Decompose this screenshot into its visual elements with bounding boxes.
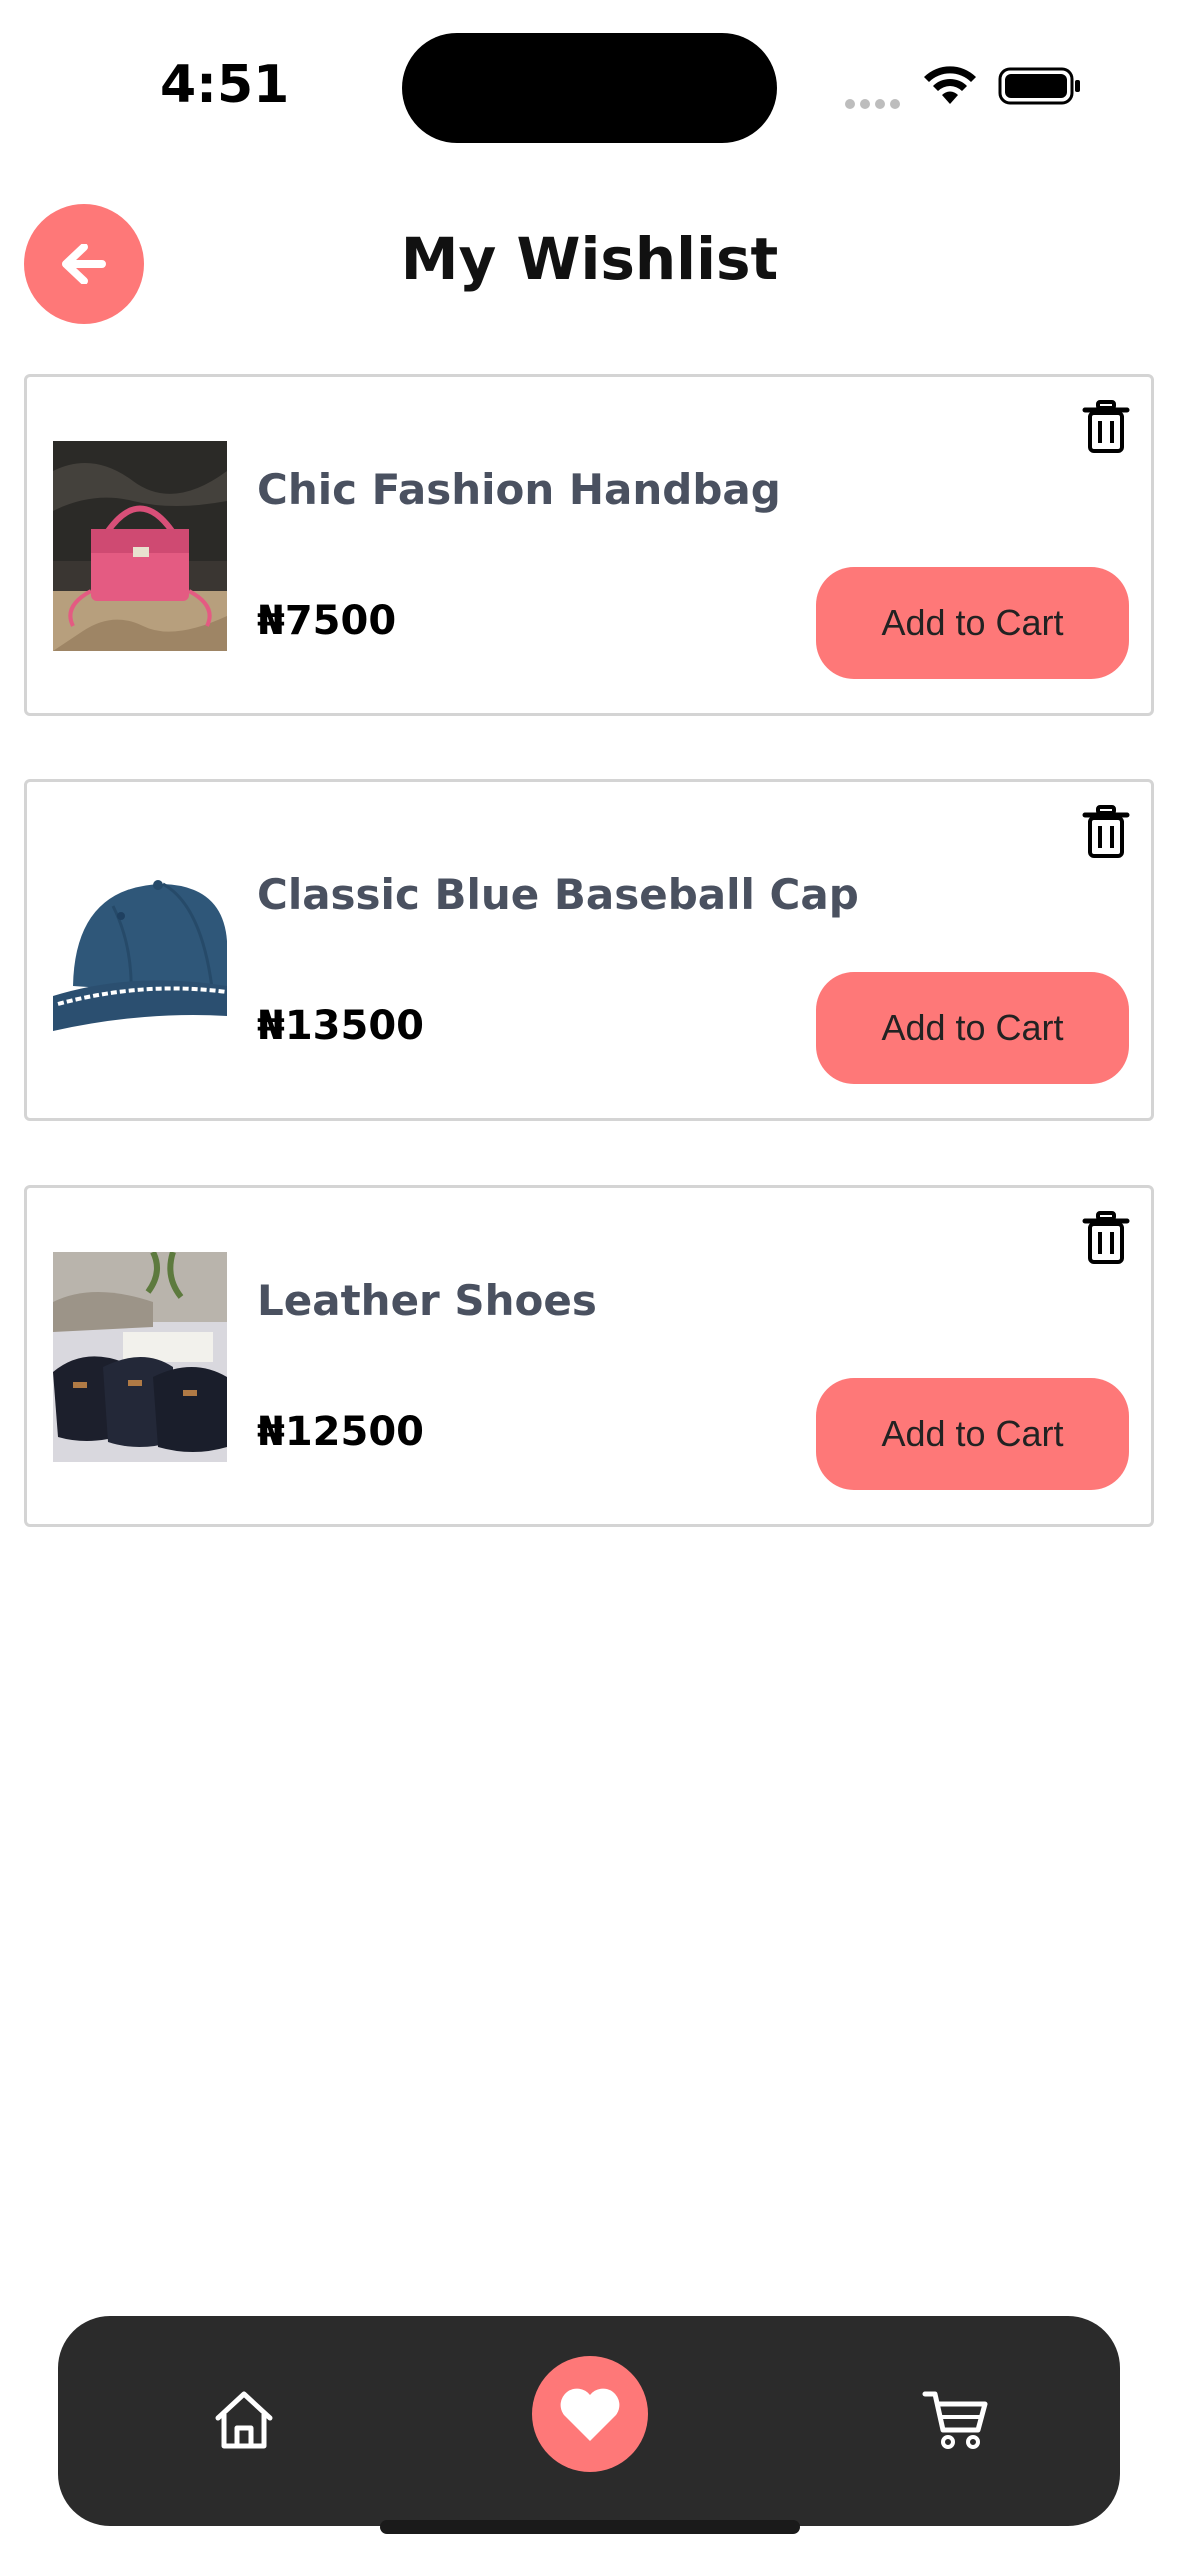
heart-icon [560,2388,620,2441]
delete-button[interactable] [1081,399,1131,455]
wishlist-item: Classic Blue Baseball Cap ₦13500 Add to … [24,779,1154,1121]
nav-home[interactable] [198,2374,290,2466]
status-time: 4:51 [160,55,290,115]
home-indicator [380,2520,800,2534]
delete-button[interactable] [1081,804,1131,860]
arrow-left-icon [62,244,106,284]
home-icon [215,2391,273,2449]
add-to-cart-button[interactable]: Add to Cart [816,567,1129,679]
back-button[interactable] [24,204,144,324]
nav-cart[interactable] [910,2374,1002,2466]
item-price: ₦12500 [257,1409,424,1455]
product-image-cap [53,846,227,1056]
add-to-cart-button[interactable]: Add to Cart [816,972,1129,1084]
dynamic-island [402,33,777,143]
wishlist-item: Chic Fashion Handbag ₦7500 Add to Cart [24,374,1154,716]
item-price: ₦13500 [257,1003,424,1049]
item-name: Classic Blue Baseball Cap [257,870,859,919]
wifi-icon [924,66,976,104]
cart-icon [922,2391,988,2449]
battery-icon [998,67,1080,105]
delete-button[interactable] [1081,1210,1131,1266]
wishlist-item: Leather Shoes ₦12500 Add to Cart [24,1185,1154,1527]
bottom-nav [58,2316,1120,2526]
product-image-shoes [53,1252,227,1462]
item-name: Leather Shoes [257,1276,597,1325]
nav-wishlist[interactable] [532,2356,648,2472]
item-name: Chic Fashion Handbag [257,465,781,514]
add-to-cart-button[interactable]: Add to Cart [816,1378,1129,1490]
trash-icon [1082,400,1130,453]
product-image-handbag [53,441,227,651]
signal-icon [845,96,905,109]
item-price: ₦7500 [257,598,397,644]
page-title: My Wishlist [400,225,779,293]
trash-icon [1082,805,1130,858]
trash-icon [1082,1211,1130,1264]
